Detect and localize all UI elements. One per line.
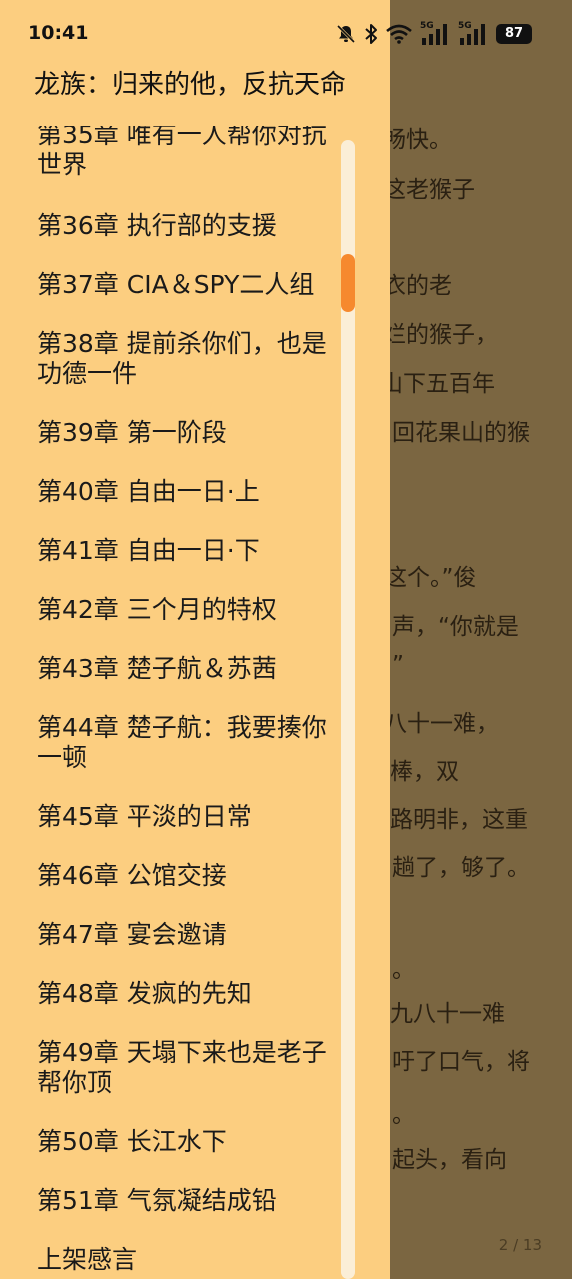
chapter-item[interactable]: 上架感言	[0, 1245, 340, 1275]
signal-5g-icon: 5G	[458, 22, 488, 46]
status-time: 10:41	[28, 22, 89, 44]
scrollbar-thumb[interactable]	[341, 254, 355, 312]
chapter-item[interactable]: 第39章 第一阶段	[0, 418, 340, 448]
reader-line: 回花果山的猴	[392, 420, 530, 446]
reader-line: 起头，看向	[392, 1147, 507, 1173]
chapter-drawer: 龙族：归来的他，反抗天命 第35章 唯有一人帮你对抗世界 第36章 执行部的支援…	[0, 0, 390, 1279]
chapter-item[interactable]: 第40章 自由一日·上	[0, 477, 340, 507]
reader-line: 。	[392, 1102, 415, 1128]
wifi-icon	[386, 24, 412, 44]
reader-line: 布衣的老	[360, 273, 452, 299]
reader-line: 山下五百年	[380, 371, 495, 397]
reader-line: 八十一难，	[384, 711, 499, 737]
chapter-item[interactable]: 第47章 宴会邀请	[0, 920, 340, 950]
chapter-item[interactable]: 第42章 三个月的特权	[0, 595, 340, 625]
chapter-item[interactable]: 第43章 楚子航＆苏茜	[0, 654, 340, 684]
chapter-item[interactable]: 第46章 公馆交接	[0, 861, 340, 891]
chapter-item[interactable]: 第38章 提前杀你们，也是功德一件	[0, 329, 340, 389]
chapter-item[interactable]: 第44章 楚子航：我要揍你一顿	[0, 713, 340, 773]
chapter-item[interactable]: 第50章 长江水下	[0, 1127, 340, 1157]
reader-line: 这个。”俊	[384, 565, 477, 591]
chapter-item[interactable]: 第45章 平淡的日常	[0, 802, 340, 832]
chapter-item[interactable]: 第51章 气氛凝结成铅	[0, 1186, 340, 1216]
chapter-item[interactable]: 第48章 发疯的先知	[0, 979, 340, 1009]
book-title: 龙族：归来的他，反抗天命	[34, 70, 347, 100]
chapter-item[interactable]: 第35章 唯有一人帮你对抗世界	[0, 126, 340, 180]
reader-line: 棒，双	[390, 759, 459, 785]
chapter-item[interactable]: 第49章 天塌下来也是老子帮你顶	[0, 1038, 340, 1098]
reader-line: ”	[392, 652, 404, 678]
battery-icon: 87	[496, 24, 532, 44]
scrollbar-track[interactable]	[341, 140, 355, 1279]
reader-line: 路明非，这重	[390, 807, 528, 833]
status-icons: 5G 5G 87	[336, 20, 532, 48]
reader-line: 趟了，够了。	[392, 855, 530, 881]
reader-line: 。	[392, 957, 415, 983]
status-bar: 10:41 5G 5G 87	[0, 0, 572, 66]
reader-line: 灿烂的猴子，	[360, 322, 498, 348]
reader-line: 九八十一难	[390, 1001, 505, 1027]
chapter-item[interactable]: 第41章 自由一日·下	[0, 536, 340, 566]
mute-bell-icon	[336, 24, 356, 44]
reader-line: 声，“你就是	[392, 614, 519, 640]
signal-5g-icon: 5G	[420, 22, 450, 46]
page-indicator: 2 / 13	[498, 1236, 542, 1254]
reader-line: 吁了口气，将	[392, 1049, 530, 1075]
bluetooth-icon	[364, 23, 378, 45]
chapter-list[interactable]: 第35章 唯有一人帮你对抗世界 第36章 执行部的支援 第37章 CIA＆SPY…	[0, 126, 340, 1279]
reader-line: 又畅快。	[360, 127, 452, 153]
chapter-item[interactable]: 第36章 执行部的支援	[0, 211, 340, 241]
reader-line: 要这老猴子	[360, 177, 475, 203]
chapter-item[interactable]: 第37章 CIA＆SPY二人组	[0, 270, 340, 300]
